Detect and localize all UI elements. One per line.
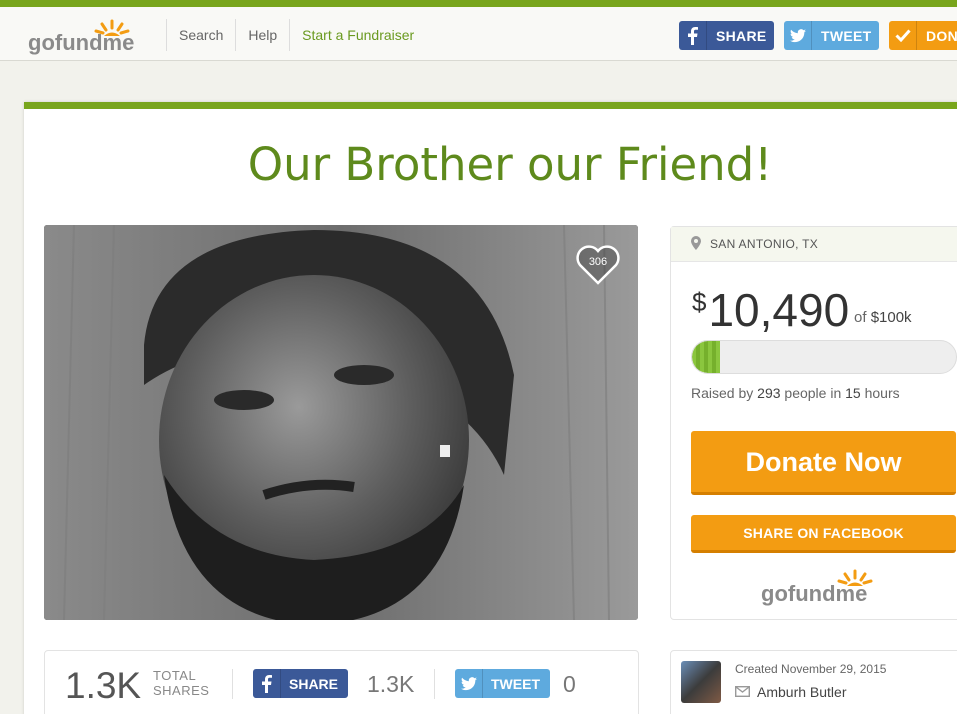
total-label-line-2: SHARES (153, 683, 210, 698)
gofundme-logo-small: gofundme (761, 569, 873, 606)
organizer-card: Created November 29, 2015 Amburh Butler (670, 650, 957, 714)
organizer-name-text: Amburh Butler (757, 684, 847, 700)
share-stats-bar: 1.3K TOTAL SHARES SHARE 1.3K TWEET 0 (44, 650, 639, 714)
progress-bar-fill (692, 341, 720, 373)
total-label-line-1: TOTAL (153, 668, 197, 683)
header-facebook-share-button[interactable]: SHARE (679, 21, 774, 50)
organizer-name[interactable]: Amburh Butler (734, 684, 847, 700)
facebook-icon (253, 669, 281, 698)
divider (434, 669, 435, 699)
raised-hours: 15 (845, 385, 861, 401)
share-bar-facebook-label: SHARE (289, 675, 339, 692)
goal: of $100k (854, 309, 912, 326)
currency-symbol: $ (692, 287, 707, 317)
amount-raised: $10,490 (692, 283, 849, 337)
checkmark-icon (889, 21, 917, 50)
twitter-icon (784, 21, 812, 50)
divider (232, 669, 233, 699)
header-tweet-label: TWEET (821, 27, 872, 44)
site-header: gofundme Search Help Start a Fundraiser … (0, 7, 957, 61)
share-bar-facebook-button[interactable]: SHARE (253, 669, 348, 698)
gofundme-logo[interactable]: gofundme (26, 17, 156, 57)
heart-count: 306 (588, 256, 608, 268)
main-nav: Search Help Start a Fundraiser (166, 19, 426, 51)
facebook-icon (679, 21, 707, 50)
location-pin-icon (691, 235, 701, 253)
raised-people: 293 (757, 385, 781, 401)
location-text: SAN ANTONIO, TX (710, 237, 819, 251)
goal-value: $100k (870, 309, 912, 326)
total-shares-label: TOTAL SHARES (153, 668, 209, 698)
facebook-share-count: 1.3K (367, 671, 415, 697)
campaign-photo-image (44, 225, 638, 620)
svg-text:gofundme: gofundme (761, 581, 867, 606)
envelope-icon (734, 684, 751, 700)
amount-value: 10,490 (708, 284, 850, 336)
share-bar-tweet-label: TWEET (491, 675, 540, 692)
location: SAN ANTONIO, TX (671, 227, 957, 262)
share-on-facebook-button[interactable]: SHARE ON FACEBOOK (691, 515, 956, 553)
header-tweet-button[interactable]: TWEET (784, 21, 879, 50)
donate-now-button[interactable]: Donate Now (691, 431, 956, 495)
created-date: Created November 29, 2015 (735, 662, 887, 676)
raised-mid: people in (784, 385, 842, 401)
campaign-title: Our Brother our Friend! (247, 138, 773, 191)
donation-sidebar: SAN ANTONIO, TX $10,490 of $100k Raised … (670, 226, 957, 620)
progress-bar (691, 340, 957, 374)
goal-prefix: of (854, 309, 867, 326)
header-share-label: SHARE (716, 27, 767, 44)
brand-top-line (0, 0, 957, 7)
nav-help[interactable]: Help (235, 19, 289, 51)
raised-suffix: hours (864, 385, 900, 401)
header-donate-label: DON (926, 27, 957, 44)
twitter-icon (455, 669, 483, 698)
share-bar-tweet-button[interactable]: TWEET (455, 669, 550, 698)
nav-search[interactable]: Search (166, 19, 235, 51)
avatar[interactable] (681, 661, 721, 703)
total-shares-count: 1.3K (65, 665, 142, 706)
raised-summary: Raised by 293 people in 15 hours (691, 385, 900, 401)
header-donate-button[interactable]: DON (889, 21, 957, 50)
campaign-photo[interactable] (44, 225, 638, 620)
svg-text:gofundme: gofundme (28, 30, 134, 55)
nav-start-fundraiser[interactable]: Start a Fundraiser (289, 19, 426, 51)
raised-prefix: Raised by (691, 385, 754, 401)
tweet-count: 0 (563, 671, 576, 697)
